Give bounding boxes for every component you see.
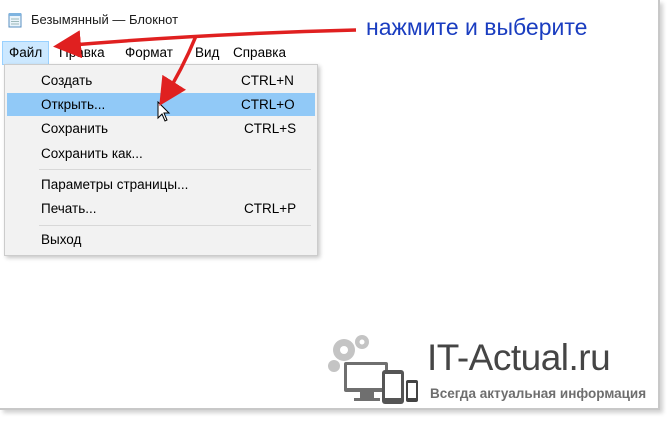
- gear-devices-icon: [328, 335, 418, 404]
- watermark-tagline: Всегда актуальная информация: [430, 386, 647, 401]
- arrow-to-open-item-icon: [159, 35, 198, 106]
- watermark-logo: IT-Actual.ru Всегда актуальная информаци…: [320, 332, 650, 412]
- arrow-to-file-menu-icon: [53, 28, 357, 59]
- watermark-brand: IT-Actual.ru: [427, 337, 611, 378]
